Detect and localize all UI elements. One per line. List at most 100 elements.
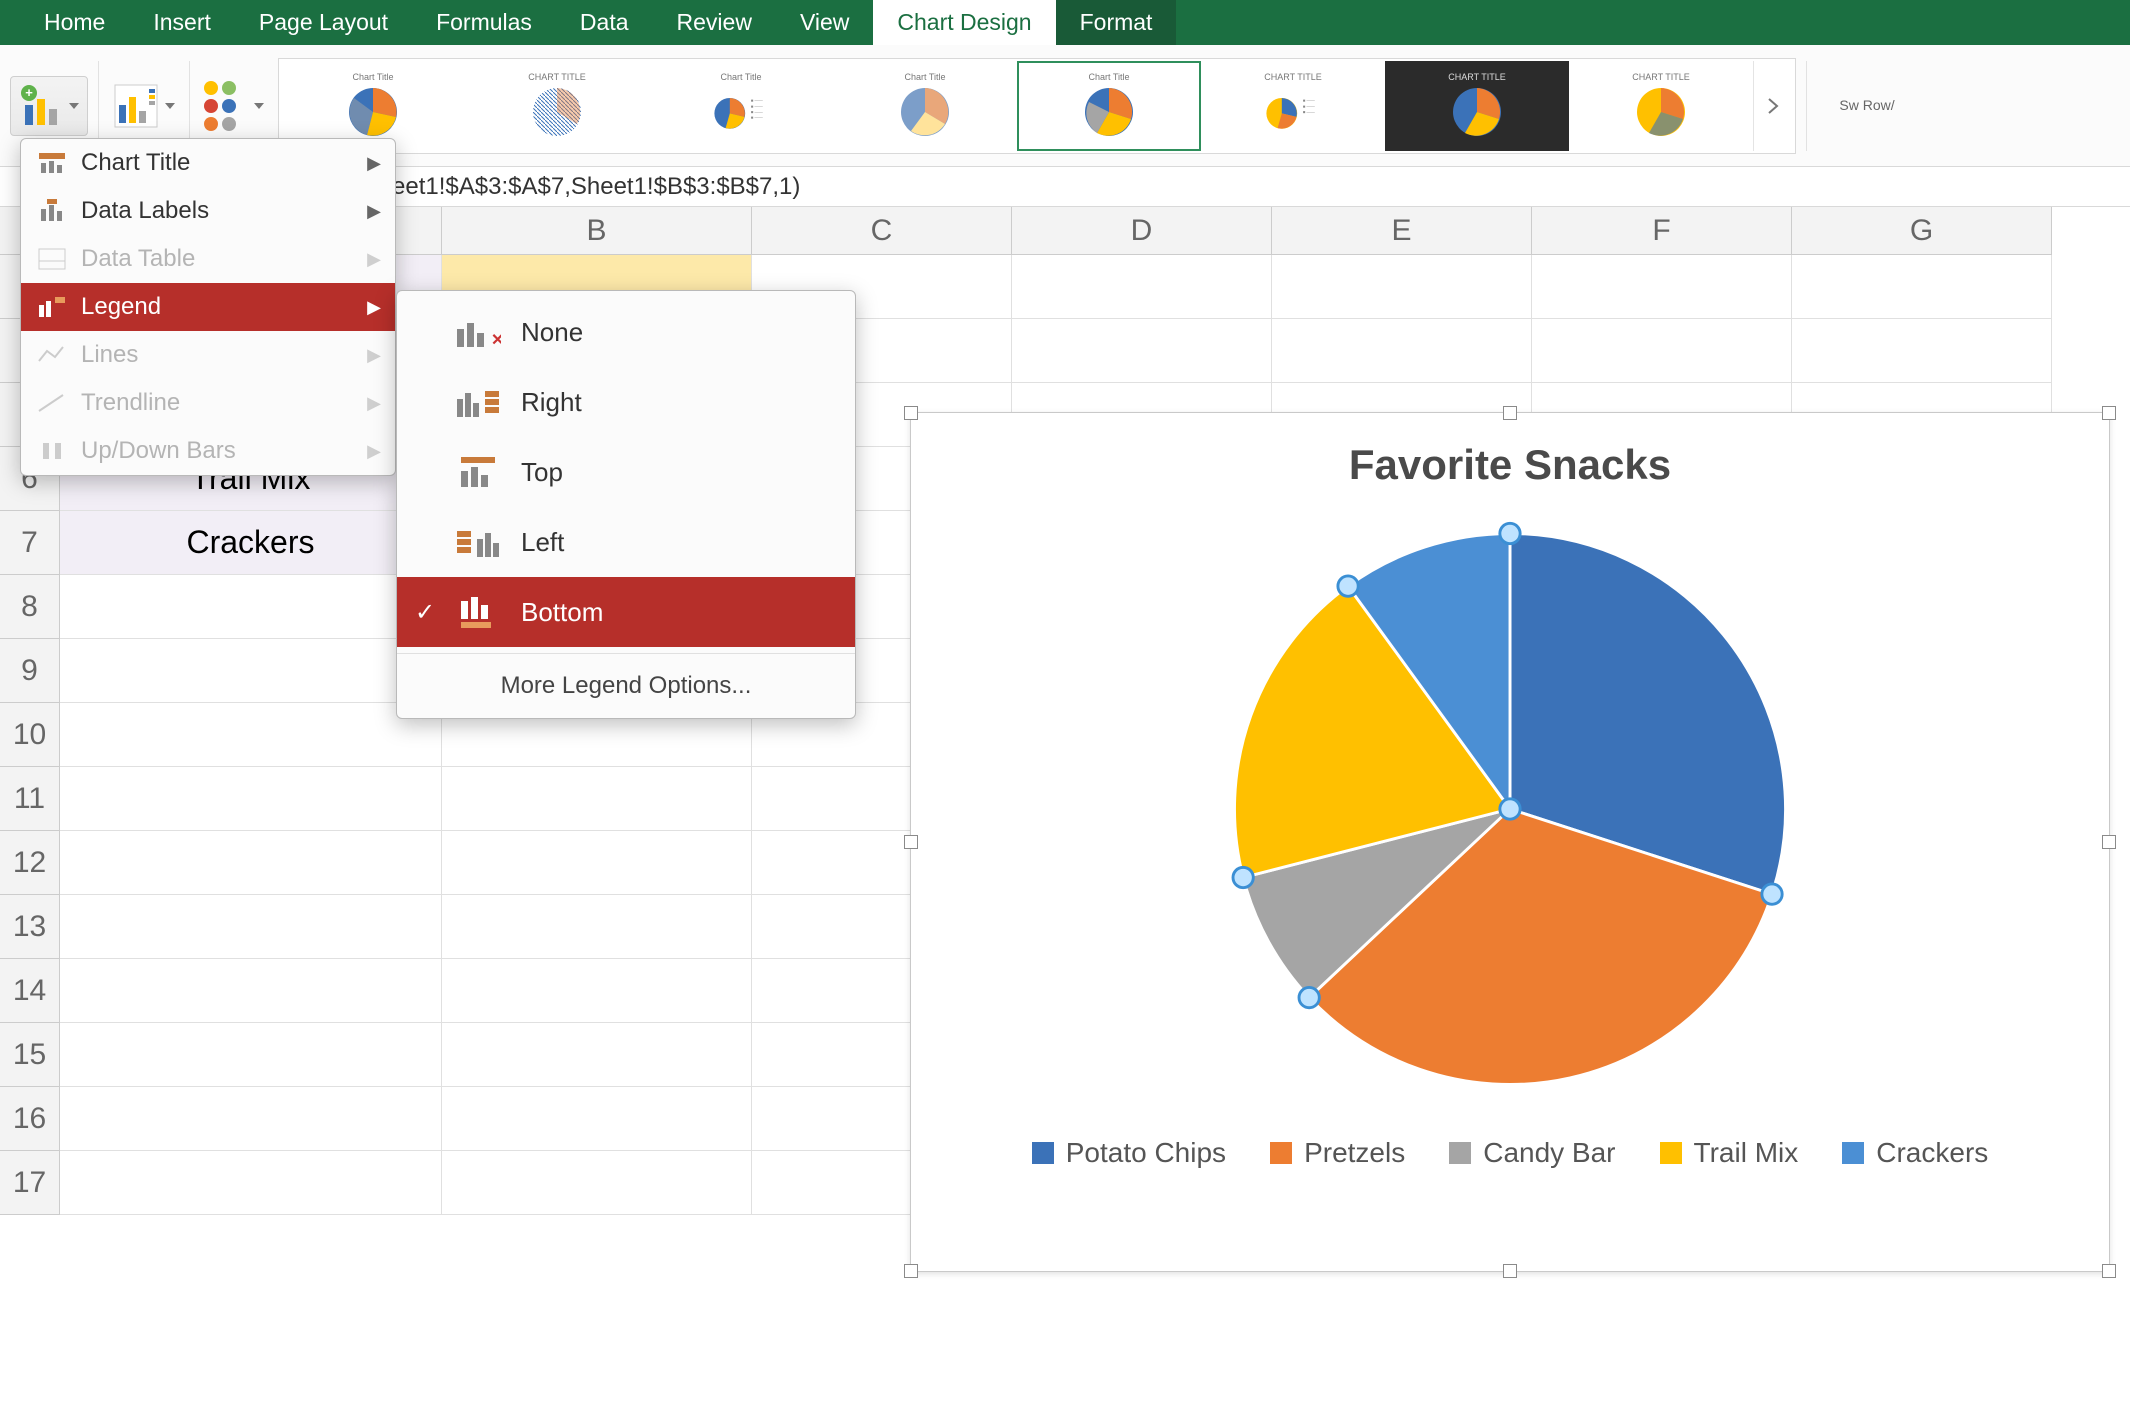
pie-chart[interactable]	[911, 519, 2109, 1099]
cell[interactable]	[60, 767, 442, 831]
chevron-right-icon: ▶	[367, 345, 381, 366]
tab-home[interactable]: Home	[20, 0, 129, 45]
resize-handle[interactable]	[904, 1264, 918, 1278]
tab-insert[interactable]: Insert	[129, 0, 235, 45]
svg-text:✕: ✕	[491, 332, 501, 349]
chart-style-1[interactable]: Chart Title	[281, 61, 465, 151]
tab-formulas[interactable]: Formulas	[412, 0, 556, 45]
tab-format[interactable]: Format	[1056, 0, 1177, 45]
tab-data[interactable]: Data	[556, 0, 653, 45]
resize-handle[interactable]	[2102, 835, 2116, 849]
svg-text:■ ——: ■ ——	[751, 115, 764, 120]
cell[interactable]	[442, 895, 752, 959]
legend-more-options[interactable]: More Legend Options...	[397, 660, 855, 712]
chart-style-3[interactable]: Chart Title ■ ——■ ——■ ——■ ——	[649, 61, 833, 151]
resize-handle[interactable]	[1503, 1264, 1517, 1278]
cell[interactable]	[60, 1087, 442, 1151]
lines-icon	[37, 343, 67, 367]
row-header[interactable]: 11	[0, 767, 60, 831]
tab-view[interactable]: View	[776, 0, 873, 45]
cell[interactable]	[60, 575, 442, 639]
chart-styles-gallery: Chart Title CHART TITLE Chart Title ■ ——…	[278, 58, 1796, 154]
row-header[interactable]: 14	[0, 959, 60, 1023]
svg-text:■ ——: ■ ——	[751, 109, 764, 114]
switch-row-column-button[interactable]: Sw Row/	[1837, 98, 1897, 113]
chart-style-7[interactable]: CHART TITLE	[1385, 61, 1569, 151]
quick-layout-button[interactable]	[109, 79, 179, 133]
cell-a7[interactable]: Crackers	[60, 511, 442, 575]
legend-bottom[interactable]: ✓ Bottom	[397, 577, 855, 647]
legend-right[interactable]: Right	[397, 367, 855, 437]
resize-handle[interactable]	[1503, 406, 1517, 420]
resize-handle[interactable]	[2102, 406, 2116, 420]
cell[interactable]	[442, 831, 752, 895]
menu-item-chart-title[interactable]: Chart Title▶	[21, 139, 395, 187]
chevron-down-icon	[254, 103, 264, 109]
cell[interactable]	[1532, 319, 1792, 383]
cell[interactable]	[60, 895, 442, 959]
cell[interactable]	[442, 1023, 752, 1087]
cell[interactable]	[60, 1151, 442, 1215]
legend-none[interactable]: ✕ None	[397, 297, 855, 367]
row-header[interactable]: 12	[0, 831, 60, 895]
legend-left[interactable]: Left	[397, 507, 855, 577]
data-table-icon	[37, 247, 67, 271]
cell[interactable]	[60, 831, 442, 895]
chart-style-5[interactable]: Chart Title	[1017, 61, 1201, 151]
cell[interactable]	[1012, 319, 1272, 383]
cell[interactable]	[442, 767, 752, 831]
menu-item-data-labels[interactable]: Data Labels▶	[21, 187, 395, 235]
row-header[interactable]: 10	[0, 703, 60, 767]
row-header[interactable]: 16	[0, 1087, 60, 1151]
cell[interactable]	[60, 959, 442, 1023]
chevron-right-icon: ▶	[367, 201, 381, 222]
resize-handle[interactable]	[904, 406, 918, 420]
cell[interactable]	[1272, 255, 1532, 319]
chart-styles-more-button[interactable]	[1753, 61, 1793, 151]
chart-style-2[interactable]: CHART TITLE	[465, 61, 649, 151]
cell[interactable]	[1272, 319, 1532, 383]
col-header-d[interactable]: D	[1012, 207, 1272, 255]
cell[interactable]	[442, 1087, 752, 1151]
cell[interactable]	[60, 1023, 442, 1087]
resize-handle[interactable]	[2102, 1264, 2116, 1278]
row-header[interactable]: 7	[0, 511, 60, 575]
row-header[interactable]: 9	[0, 639, 60, 703]
cell[interactable]	[442, 959, 752, 1023]
add-chart-element-button[interactable]: +	[10, 76, 88, 136]
col-header-c[interactable]: C	[752, 207, 1012, 255]
change-colors-button[interactable]	[200, 77, 268, 135]
legend-none-icon: ✕	[455, 315, 501, 349]
tab-review[interactable]: Review	[653, 0, 776, 45]
menu-item-legend[interactable]: Legend▶	[21, 283, 395, 331]
cell[interactable]	[1532, 255, 1792, 319]
cell[interactable]	[1012, 255, 1272, 319]
row-header[interactable]: 15	[0, 1023, 60, 1087]
chart-style-4[interactable]: Chart Title	[833, 61, 1017, 151]
chart-object[interactable]: Favorite Snacks Potato Chips Pretzels Ca…	[910, 412, 2110, 1272]
col-header-g[interactable]: G	[1792, 207, 2052, 255]
legend-bottom-icon	[455, 595, 501, 629]
tab-page-layout[interactable]: Page Layout	[235, 0, 412, 45]
legend-left-icon	[455, 525, 501, 559]
tab-chart-design[interactable]: Chart Design	[873, 0, 1055, 45]
resize-handle[interactable]	[904, 835, 918, 849]
legend-top[interactable]: Top	[397, 437, 855, 507]
chevron-right-icon: ▶	[367, 153, 381, 174]
chart-title[interactable]: Favorite Snacks	[911, 441, 2109, 489]
chart-style-8[interactable]: CHART TITLE	[1569, 61, 1753, 151]
cell[interactable]	[1792, 319, 2052, 383]
cell[interactable]	[1792, 255, 2052, 319]
chart-legend[interactable]: Potato Chips Pretzels Candy Bar Trail Mi…	[911, 1137, 2109, 1169]
chart-style-6[interactable]: CHART TITLE ■ ——■ ——■ ——	[1201, 61, 1385, 151]
col-header-b[interactable]: B	[442, 207, 752, 255]
cell[interactable]	[442, 1151, 752, 1215]
col-header-f[interactable]: F	[1532, 207, 1792, 255]
col-header-e[interactable]: E	[1272, 207, 1532, 255]
row-header[interactable]: 13	[0, 895, 60, 959]
cell[interactable]	[60, 639, 442, 703]
row-header[interactable]: 8	[0, 575, 60, 639]
check-icon: ✓	[415, 598, 435, 627]
cell[interactable]	[60, 703, 442, 767]
row-header[interactable]: 17	[0, 1151, 60, 1215]
